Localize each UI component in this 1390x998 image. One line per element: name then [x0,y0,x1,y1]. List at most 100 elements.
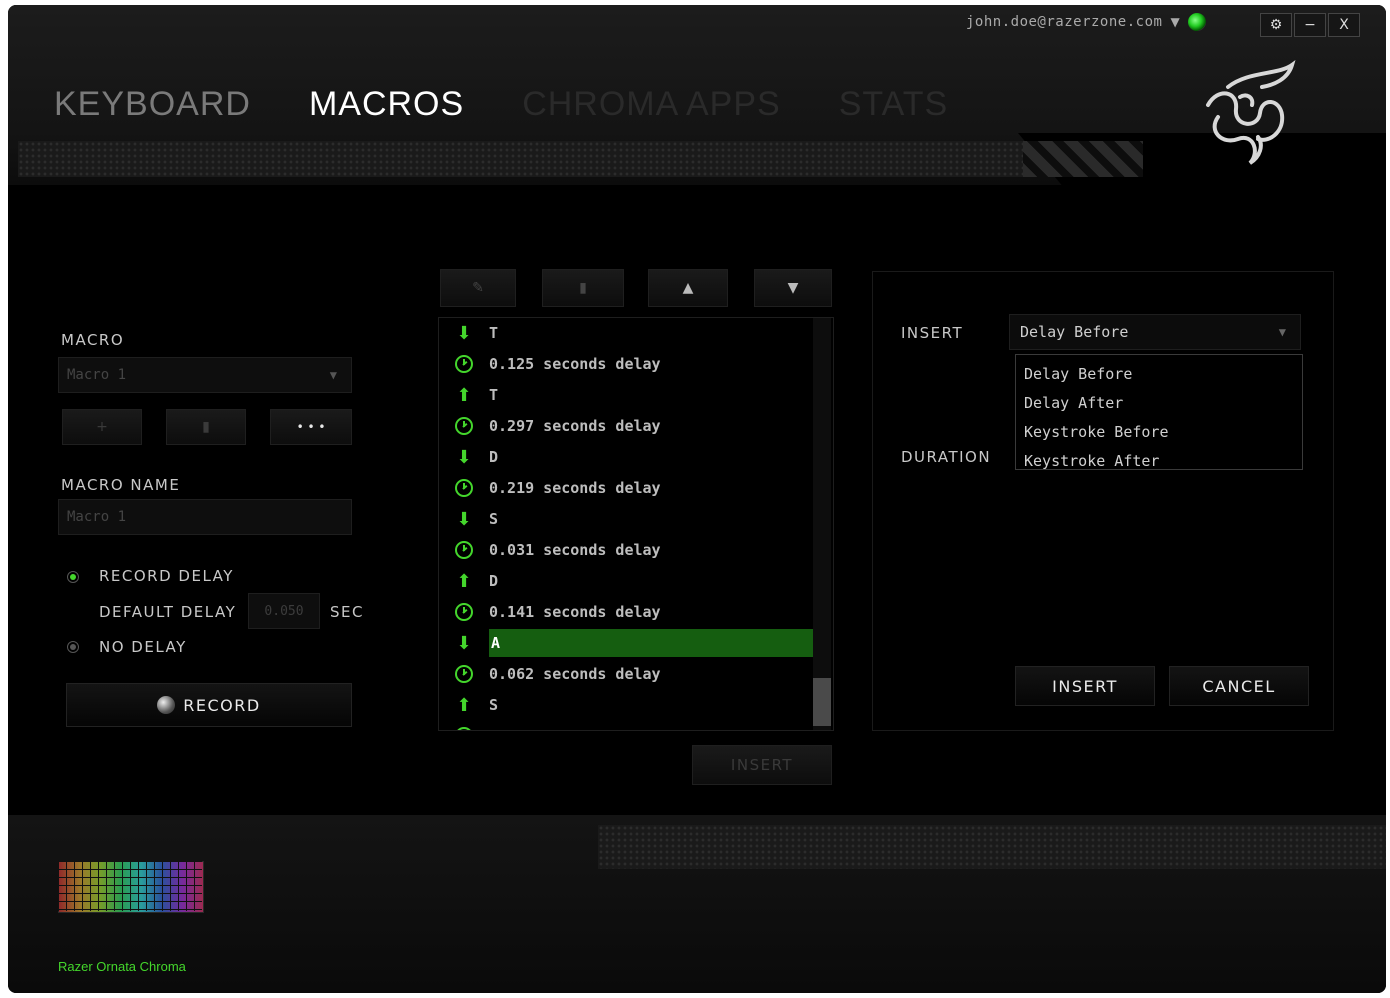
list-item[interactable]: ⬇ D [439,442,813,472]
list-item[interactable]: ⬆ S [439,690,813,720]
list-item[interactable]: 0.031 seconds delay [439,535,813,565]
list-scrollbar[interactable] [813,318,831,730]
macro-select[interactable]: Macro 1 ▼ [58,357,352,393]
clock-icon-wrap [439,479,489,497]
no-delay-radio[interactable] [67,641,79,653]
dropdown-option-delay-after[interactable]: Delay After [1016,388,1302,417]
macro-label: MACRO [61,331,125,349]
list-item-text: 0.297 seconds delay [489,417,661,435]
add-macro-button[interactable]: + [62,409,142,445]
clock-icon [455,665,473,683]
minimize-button[interactable]: − [1294,13,1326,37]
tab-keyboard[interactable]: KEYBOARD [54,85,251,124]
list-item[interactable]: 0.297 seconds delay [439,411,813,441]
list-item-text: S [489,510,499,528]
record-icon [157,696,176,714]
key-up-arrow-icon: ⬆ [456,694,472,716]
list-item[interactable]: 0.062 seconds delay [439,659,813,689]
record-delay-label: RECORD DELAY [99,567,234,585]
insert-panel: INSERT Delay Before ▼ DURATION Delay Bef… [872,271,1334,731]
edit-icon[interactable]: ✎ [440,269,516,307]
dropdown-option-keystroke-after[interactable]: Keystroke After [1016,446,1302,475]
settings-icon[interactable]: ⚙ [1260,13,1292,37]
more-options-button[interactable]: • • • [270,409,352,445]
clock-icon-wrap [439,727,489,730]
scrollbar-thumb[interactable] [813,678,831,726]
online-status-icon [1187,13,1206,31]
clock-icon [455,479,473,497]
close-button[interactable]: X [1328,13,1360,37]
key-down-arrow-icon: ⬇ [456,322,472,344]
list-item[interactable]: 0.219 seconds delay [439,473,813,503]
list-item-text: S [489,696,499,714]
list-item-text: 0.031 seconds delay [489,541,661,559]
user-area: john.doe@razerzone.com ▼ [966,13,1206,31]
list-item[interactable]: ⬆ D [439,566,813,596]
delete-macro-button[interactable]: ▮ [166,409,246,445]
clock-icon [455,603,473,621]
clock-icon-wrap [439,355,489,373]
keyboard-keys-overlay [58,861,202,911]
account-dropdown-icon[interactable]: ▼ [1170,15,1179,29]
macro-sequence-list[interactable]: ⬇ T 0.125 seconds delay ⬆ T 0.297 second… [438,317,834,731]
footer-pattern-strip [598,825,1386,869]
record-button[interactable]: RECORD [66,683,352,727]
key-down-arrow-icon: ⬇ [456,446,472,468]
content-area: MACRO Macro 1 ▼ + ▮ • • • MACRO NAME Mac… [8,185,1386,815]
clock-icon [455,417,473,435]
key-up-arrow-icon: ⬆ [456,570,472,592]
list-item-text: 0.141 seconds delay [489,603,661,621]
sec-label: SEC [330,603,364,621]
header-stripes [1023,141,1143,177]
sequence-insert-button[interactable]: INSERT [692,745,832,785]
list-item-selected[interactable]: ⬇ A [439,628,813,658]
insert-type-value: Delay Before [1020,323,1129,341]
list-item[interactable]: 0.141 seconds delay [439,597,813,627]
delete-icon[interactable]: ▮ [542,269,624,307]
default-delay-label: DEFAULT DELAY [99,603,237,621]
device-name[interactable]: Razer Ornata Chroma [58,959,186,974]
list-item-text: D [489,572,499,590]
record-button-label: RECORD [183,695,261,715]
list-item[interactable]: 0.125 seconds delay [439,349,813,379]
move-up-icon[interactable]: ▲ [648,269,728,307]
chevron-down-icon: ▼ [329,368,337,382]
razer-logo-icon [1206,60,1296,165]
list-item-text: T [489,386,499,404]
move-down-icon[interactable]: ▼ [754,269,832,307]
dropdown-option-delay-before[interactable]: Delay Before [1016,359,1302,388]
record-delay-radio[interactable] [67,571,79,583]
user-email[interactable]: john.doe@razerzone.com [966,14,1162,30]
dropdown-option-keystroke-before[interactable]: Keystroke Before [1016,417,1302,446]
clock-icon-wrap [439,541,489,559]
list-item[interactable]: ⬇ S [439,504,813,534]
main-tabs: KEYBOARD MACROS CHROMA APPS STATS [54,85,948,124]
clock-icon [455,355,473,373]
insert-type-dropdown: Delay Before Delay After Keystroke Befor… [1015,354,1303,470]
insert-label: INSERT [901,324,964,342]
header: john.doe@razerzone.com ▼ ⚙ − X KEYBOARD … [8,5,1386,193]
list-item-text: 0.219 seconds delay [489,479,661,497]
macro-name-input[interactable]: Macro 1 [58,499,352,535]
window-controls: ⚙ − X [1258,13,1360,37]
chevron-down-icon: ▼ [1278,325,1286,339]
key-down-arrow-icon: ⬇ [456,632,472,654]
key-down-arrow-icon: ⬇ [456,508,472,530]
cancel-button[interactable]: CANCEL [1169,666,1309,706]
clock-icon [455,727,473,730]
tab-stats[interactable]: STATS [839,85,949,124]
insert-confirm-button[interactable]: INSERT [1015,666,1155,706]
list-item[interactable]: ⬆ T [439,380,813,410]
app-window: john.doe@razerzone.com ▼ ⚙ − X KEYBOARD … [8,5,1386,993]
tab-chroma-apps[interactable]: CHROMA APPS [522,85,781,124]
macro-name-label: MACRO NAME [61,476,181,494]
list-item-text: 0.062 seconds delay [489,665,661,683]
tab-macros[interactable]: MACROS [309,85,464,124]
list-item-partial[interactable] [439,721,813,730]
list-item-text: 0.125 seconds delay [489,355,661,373]
list-item[interactable]: ⬇ T [439,318,813,348]
clock-icon-wrap [439,417,489,435]
default-delay-input[interactable]: 0.050 [248,593,320,629]
clock-icon-wrap [439,603,489,621]
insert-type-select[interactable]: Delay Before ▼ [1009,314,1301,350]
